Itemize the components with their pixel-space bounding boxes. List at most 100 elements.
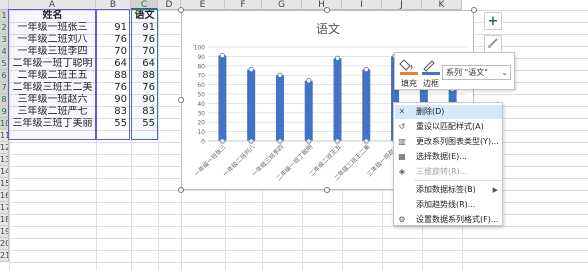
- chart-title[interactable]: 语文: [316, 21, 340, 36]
- column-header-g[interactable]: G: [262, 0, 302, 10]
- row-header-18[interactable]: 18: [0, 214, 9, 226]
- cell-name-row-6[interactable]: 二年级二班王五: [9, 70, 96, 82]
- cell-b-row-3[interactable]: 76: [96, 34, 130, 46]
- menu-separator: [414, 180, 502, 181]
- cell-c-row-6[interactable]: 88: [131, 70, 158, 82]
- chart-bar[interactable]: [362, 69, 371, 141]
- grid-row-line: [9, 250, 588, 251]
- context-menu-item-label: 三维旋转(R)...: [416, 167, 468, 176]
- cell-b-row-7[interactable]: 76: [96, 82, 130, 94]
- grid-row-line: [9, 238, 588, 239]
- y-tick-label: 100: [194, 45, 206, 52]
- fill-label: 填充: [401, 79, 417, 88]
- cell-b-row-9[interactable]: 83: [96, 106, 130, 118]
- chart-handle-top-right[interactable]: [471, 7, 477, 13]
- y-tick-label: 90: [197, 54, 205, 61]
- context-menu-item-7[interactable]: ⚙ 设置数据系列格式(F)...: [395, 213, 502, 227]
- context-menu-item-label: 添加数据标签(B): [416, 185, 476, 194]
- row-header-20[interactable]: 20: [0, 238, 9, 250]
- selection-handle-top: [248, 66, 254, 73]
- y-tick-label: 70: [197, 73, 205, 80]
- cell-name-row-10[interactable]: 三年级三班丁美丽: [9, 118, 96, 130]
- cell-b1-header[interactable]: [96, 10, 130, 22]
- cell-b-row-5[interactable]: 64: [96, 58, 130, 70]
- context-menu-item-3[interactable]: ▦ 选择数据(E)...: [395, 150, 502, 164]
- selection-handle-top: [306, 78, 312, 84]
- row-header-14[interactable]: 14: [0, 166, 9, 178]
- cell-name-row-5[interactable]: 二年级一班丁聪明: [9, 58, 96, 70]
- y-tick-label: 0: [201, 139, 205, 146]
- cell-name-row-8[interactable]: 三年级一班赵六: [9, 94, 96, 106]
- y-tick-label: 40: [197, 101, 205, 108]
- row-header-17[interactable]: 17: [0, 202, 9, 214]
- row-header-21[interactable]: 21: [0, 250, 9, 262]
- cell-b-row-2[interactable]: 91: [96, 22, 130, 34]
- context-menu-item-0[interactable]: ✕ 删除(D): [395, 105, 502, 119]
- y-tick-label: 80: [197, 63, 205, 70]
- border-label: 边框: [423, 79, 439, 88]
- cell-name-row-4[interactable]: 一年级三班李四: [9, 46, 96, 58]
- y-tick-label: 30: [197, 110, 205, 117]
- cell-c-row-4[interactable]: 70: [131, 46, 158, 58]
- cell-name-row-9[interactable]: 三年级二班严七: [9, 106, 96, 118]
- chart-handle-bottom-left[interactable]: [178, 187, 184, 193]
- cell-b-row-6[interactable]: 88: [96, 70, 130, 82]
- delete-icon: ✕: [398, 107, 406, 116]
- y-tick-label: 10: [197, 129, 205, 136]
- cell-c-row-8[interactable]: 90: [131, 94, 158, 106]
- cell-c-row-9[interactable]: 83: [131, 106, 158, 118]
- context-menu-item-label: 更改系列图表类型(Y)...: [416, 137, 499, 146]
- cell-name-row-3[interactable]: 一年级二班刘八: [9, 34, 96, 46]
- grid-column-line: [158, 10, 159, 270]
- chart-bar[interactable]: [275, 75, 284, 141]
- cell-b-row-8[interactable]: 90: [96, 94, 130, 106]
- cell-c1-header[interactable]: 语文: [131, 10, 158, 22]
- cell-name-row-2[interactable]: 一年级一班张三: [9, 22, 96, 34]
- chart-bar[interactable]: [218, 55, 227, 141]
- row-header-13[interactable]: 13: [0, 154, 9, 166]
- column-header-i[interactable]: I: [342, 0, 382, 10]
- row-header-12[interactable]: 12: [0, 142, 9, 154]
- cell-c-row-2[interactable]: 91: [131, 22, 158, 34]
- grid-row-line: [9, 262, 588, 263]
- chart-bar[interactable]: [304, 80, 313, 141]
- column-header-k[interactable]: K: [422, 0, 462, 10]
- border-button[interactable]: 边框: [420, 56, 442, 88]
- pen-border-icon: [422, 60, 440, 75]
- fill-button[interactable]: 填充: [398, 56, 420, 88]
- chart-element-select-value: 系列 "语文": [446, 68, 488, 77]
- chart-handle-top-center[interactable]: [324, 7, 330, 13]
- cell-c-row-7[interactable]: 76: [131, 82, 158, 94]
- context-menu-item-2[interactable]: ▥ 更改系列图表类型(Y)...: [395, 135, 502, 149]
- chevron-down-icon: ⌄: [501, 68, 508, 77]
- cell-c-row-3[interactable]: 76: [131, 34, 158, 46]
- row-header-16[interactable]: 16: [0, 190, 9, 202]
- column-header-e[interactable]: E: [181, 0, 225, 10]
- y-tick-label: 50: [197, 92, 205, 99]
- row-header-19[interactable]: 19: [0, 226, 9, 238]
- chart-style-button[interactable]: [484, 35, 502, 53]
- cell-b-row-10[interactable]: 55: [96, 118, 130, 130]
- submenu-arrow-icon: ▶: [492, 186, 498, 194]
- column-header-f[interactable]: F: [225, 0, 262, 10]
- chart-handle-top-left[interactable]: [178, 7, 184, 13]
- chart-handle-bottom-center[interactable]: [324, 187, 330, 193]
- cell-a1-header[interactable]: 姓名: [9, 10, 96, 22]
- format-mini-toolbar: 填充 边框 系列 "语文" ⌄: [394, 52, 515, 90]
- cell-b-row-4[interactable]: 70: [96, 46, 130, 58]
- selection-handle-top: [277, 72, 283, 78]
- add-chart-element-button[interactable]: +: [484, 12, 502, 30]
- chart-bar[interactable]: [333, 58, 342, 141]
- cell-name-row-7[interactable]: 二年级三班王二美: [9, 82, 96, 94]
- context-menu-item-1[interactable]: ↺ 重设以匹配样式(A): [395, 120, 502, 134]
- cell-c-row-5[interactable]: 64: [131, 58, 158, 70]
- context-menu-item-6[interactable]: 添加趋势线(R)...: [395, 198, 502, 212]
- cell-c-row-10[interactable]: 55: [131, 118, 158, 130]
- chart-element-select[interactable]: 系列 "语文" ⌄: [442, 65, 511, 80]
- chart-handle-middle-left[interactable]: [178, 97, 184, 103]
- context-menu-item-5[interactable]: 添加数据标签(B) ▶: [395, 183, 502, 197]
- chart-bar[interactable]: [247, 69, 256, 141]
- row-header-15[interactable]: 15: [0, 178, 9, 190]
- column-header-h[interactable]: H: [302, 0, 342, 10]
- column-header-j[interactable]: J: [382, 0, 422, 10]
